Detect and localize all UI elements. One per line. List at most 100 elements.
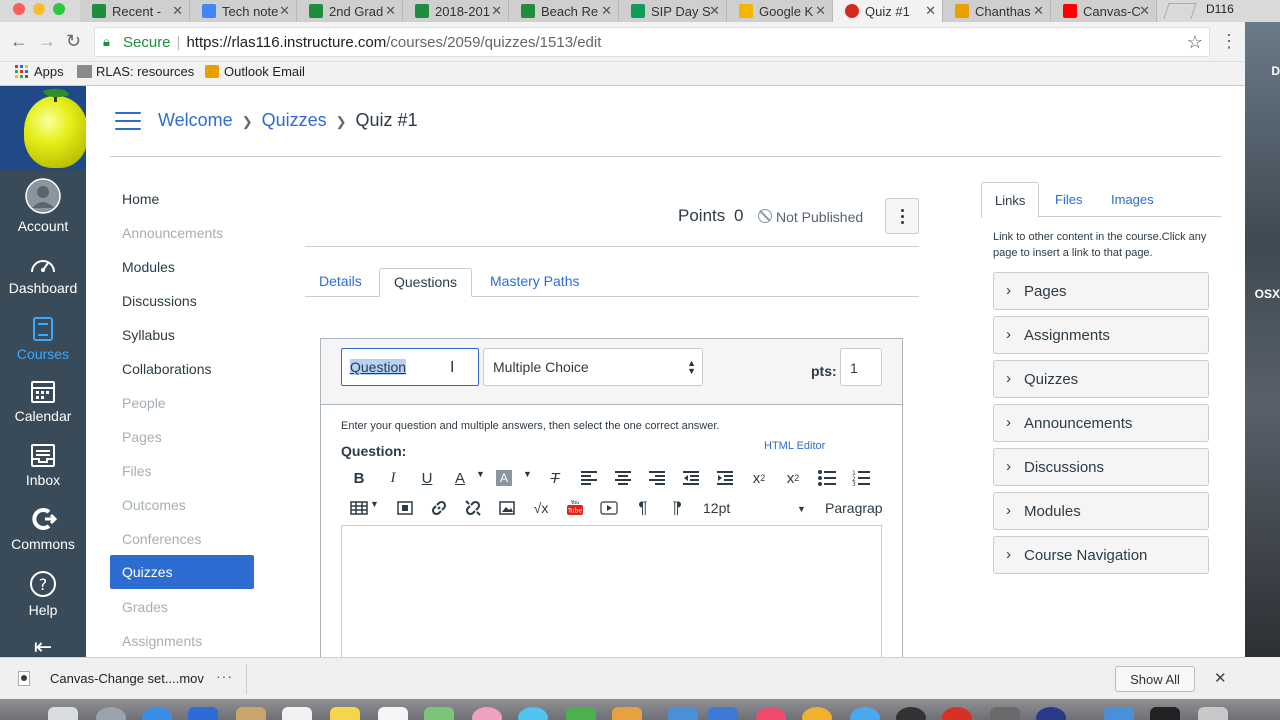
- launchpad-icon[interactable]: [96, 707, 126, 720]
- clear-formatting-icon[interactable]: T: [544, 467, 566, 489]
- course-nav-outcomes[interactable]: Outcomes: [122, 497, 186, 513]
- finder-icon[interactable]: [48, 707, 78, 720]
- global-nav-help[interactable]: ? Help: [0, 570, 86, 618]
- close-tab-icon[interactable]: ✕: [601, 3, 612, 19]
- itunes-icon[interactable]: [756, 707, 786, 720]
- app-icon[interactable]: [990, 707, 1020, 720]
- download-options-icon[interactable]: ···: [216, 668, 233, 684]
- forward-arrow-icon[interactable]: →: [38, 31, 56, 52]
- breadcrumb-quizzes[interactable]: Quizzes: [262, 110, 327, 130]
- sidebar-tab-images[interactable]: Images: [1098, 182, 1167, 218]
- profile-label[interactable]: D116: [1206, 2, 1234, 16]
- course-nav-conferences[interactable]: Conferences: [122, 531, 201, 547]
- course-nav-modules[interactable]: Modules: [122, 259, 175, 275]
- close-tab-icon[interactable]: ✕: [385, 3, 396, 19]
- image-icon[interactable]: [496, 497, 518, 519]
- browser-tab[interactable]: Canvas-C ✕: [1051, 0, 1157, 22]
- bold-icon[interactable]: B: [348, 467, 370, 489]
- italic-icon[interactable]: I: [382, 467, 404, 489]
- font-size-select[interactable]: 12pt: [703, 500, 730, 516]
- reload-icon[interactable]: ↻: [66, 31, 81, 52]
- ltr-direction-icon[interactable]: ¶: [632, 497, 654, 519]
- outdent-icon[interactable]: [680, 467, 702, 489]
- table-icon[interactable]: [348, 497, 370, 519]
- dropdown-arrow-icon[interactable]: ▼: [797, 504, 806, 514]
- course-nav-people[interactable]: People: [122, 395, 166, 411]
- dropdown-arrow-icon[interactable]: ▼: [523, 469, 532, 491]
- course-menu-toggle[interactable]: [115, 112, 141, 132]
- course-nav-syllabus[interactable]: Syllabus: [122, 327, 175, 343]
- rtl-direction-icon[interactable]: ¶: [666, 497, 688, 519]
- calendar-app-icon[interactable]: [282, 707, 312, 720]
- sidebar-accordion-modules[interactable]: › Modules: [993, 492, 1209, 530]
- question-type-select[interactable]: Multiple Choice ▲ ▼: [483, 348, 703, 386]
- collapse-nav-icon[interactable]: ⇤: [0, 634, 86, 657]
- subscript-icon[interactable]: x2: [782, 467, 804, 489]
- reminders-icon[interactable]: [378, 707, 408, 720]
- dropdown-arrow-icon[interactable]: ▼: [476, 469, 485, 491]
- close-tab-icon[interactable]: ✕: [815, 3, 826, 19]
- minimize-window-button[interactable]: [33, 3, 45, 15]
- close-tab-icon[interactable]: ✕: [172, 3, 183, 19]
- trash-icon[interactable]: [1198, 707, 1228, 720]
- breadcrumb-welcome[interactable]: Welcome: [158, 110, 233, 130]
- system-preferences-icon[interactable]: [896, 707, 926, 720]
- back-arrow-icon[interactable]: ←: [10, 31, 28, 52]
- app-store-icon[interactable]: [850, 707, 880, 720]
- record-media-icon[interactable]: [598, 497, 620, 519]
- points-input[interactable]: 1: [840, 348, 882, 386]
- global-nav-commons[interactable]: Commons: [0, 506, 86, 552]
- close-tab-icon[interactable]: ✕: [491, 3, 502, 19]
- close-window-button[interactable]: [13, 3, 25, 15]
- app-icon[interactable]: [1150, 707, 1180, 720]
- sidebar-accordion-announcements[interactable]: › Announcements: [993, 404, 1209, 442]
- math-equation-icon[interactable]: √x: [530, 497, 552, 519]
- close-shelf-icon[interactable]: ✕: [1214, 669, 1227, 687]
- course-nav-discussions[interactable]: Discussions: [122, 293, 197, 309]
- course-nav-announcements[interactable]: Announcements: [122, 225, 223, 241]
- show-all-downloads-button[interactable]: Show All: [1115, 666, 1195, 692]
- notes-icon[interactable]: [330, 707, 360, 720]
- facetime-icon[interactable]: [566, 707, 596, 720]
- keynote-icon[interactable]: [708, 707, 738, 720]
- underline-icon[interactable]: U: [416, 467, 438, 489]
- mail-icon[interactable]: [188, 707, 218, 720]
- course-nav-quizzes[interactable]: Quizzes: [110, 555, 254, 589]
- bookmark-apps[interactable]: Apps: [15, 64, 64, 79]
- numbered-list-icon[interactable]: 123: [850, 467, 872, 489]
- browser-tab[interactable]: Beach Re ✕: [509, 0, 619, 22]
- course-nav-pages[interactable]: Pages: [122, 429, 162, 445]
- global-nav-dashboard[interactable]: Dashboard: [0, 254, 86, 296]
- browser-tab[interactable]: Tech note ✕: [190, 0, 297, 22]
- numbers-icon[interactable]: [668, 707, 698, 720]
- browser-tab[interactable]: Chanthas ✕: [943, 0, 1051, 22]
- sidebar-accordion-quizzes[interactable]: › Quizzes: [993, 360, 1209, 398]
- photos-icon[interactable]: [472, 707, 502, 720]
- indent-icon[interactable]: [714, 467, 736, 489]
- global-nav-inbox[interactable]: Inbox: [0, 442, 86, 488]
- quiz-options-button[interactable]: [885, 198, 919, 234]
- bullet-list-icon[interactable]: [816, 467, 838, 489]
- align-left-icon[interactable]: [578, 467, 600, 489]
- embed-media-icon[interactable]: [394, 497, 416, 519]
- close-tab-icon[interactable]: ✕: [279, 3, 290, 19]
- close-tab-icon[interactable]: ✕: [1033, 3, 1044, 19]
- tab-details[interactable]: Details: [305, 268, 376, 297]
- browser-tab-active[interactable]: Quiz #1 ✕: [833, 0, 943, 22]
- download-item[interactable]: Canvas-Change set....mov: [50, 671, 204, 686]
- address-bar[interactable]: 🔒︎ Secure | https://rlas116.instructure.co…: [94, 27, 1210, 57]
- rich-text-editor-area[interactable]: [341, 525, 882, 657]
- text-color-icon[interactable]: A: [449, 467, 471, 489]
- browser-menu-icon[interactable]: ⋮: [1220, 31, 1238, 52]
- downloads-folder-icon[interactable]: [1104, 707, 1134, 720]
- bookmark-outlook-email[interactable]: Outlook Email: [205, 64, 305, 79]
- ibooks-icon[interactable]: [612, 707, 642, 720]
- sidebar-accordion-discussions[interactable]: › Discussions: [993, 448, 1209, 486]
- course-nav-grades[interactable]: Grades: [122, 599, 168, 615]
- course-nav-files[interactable]: Files: [122, 463, 152, 479]
- contacts-icon[interactable]: [236, 707, 266, 720]
- chrome-icon[interactable]: [942, 707, 972, 720]
- global-nav-courses[interactable]: Courses: [0, 316, 86, 362]
- youtube-icon[interactable]: You Tube: [564, 497, 586, 519]
- close-tab-icon[interactable]: ✕: [1139, 3, 1150, 19]
